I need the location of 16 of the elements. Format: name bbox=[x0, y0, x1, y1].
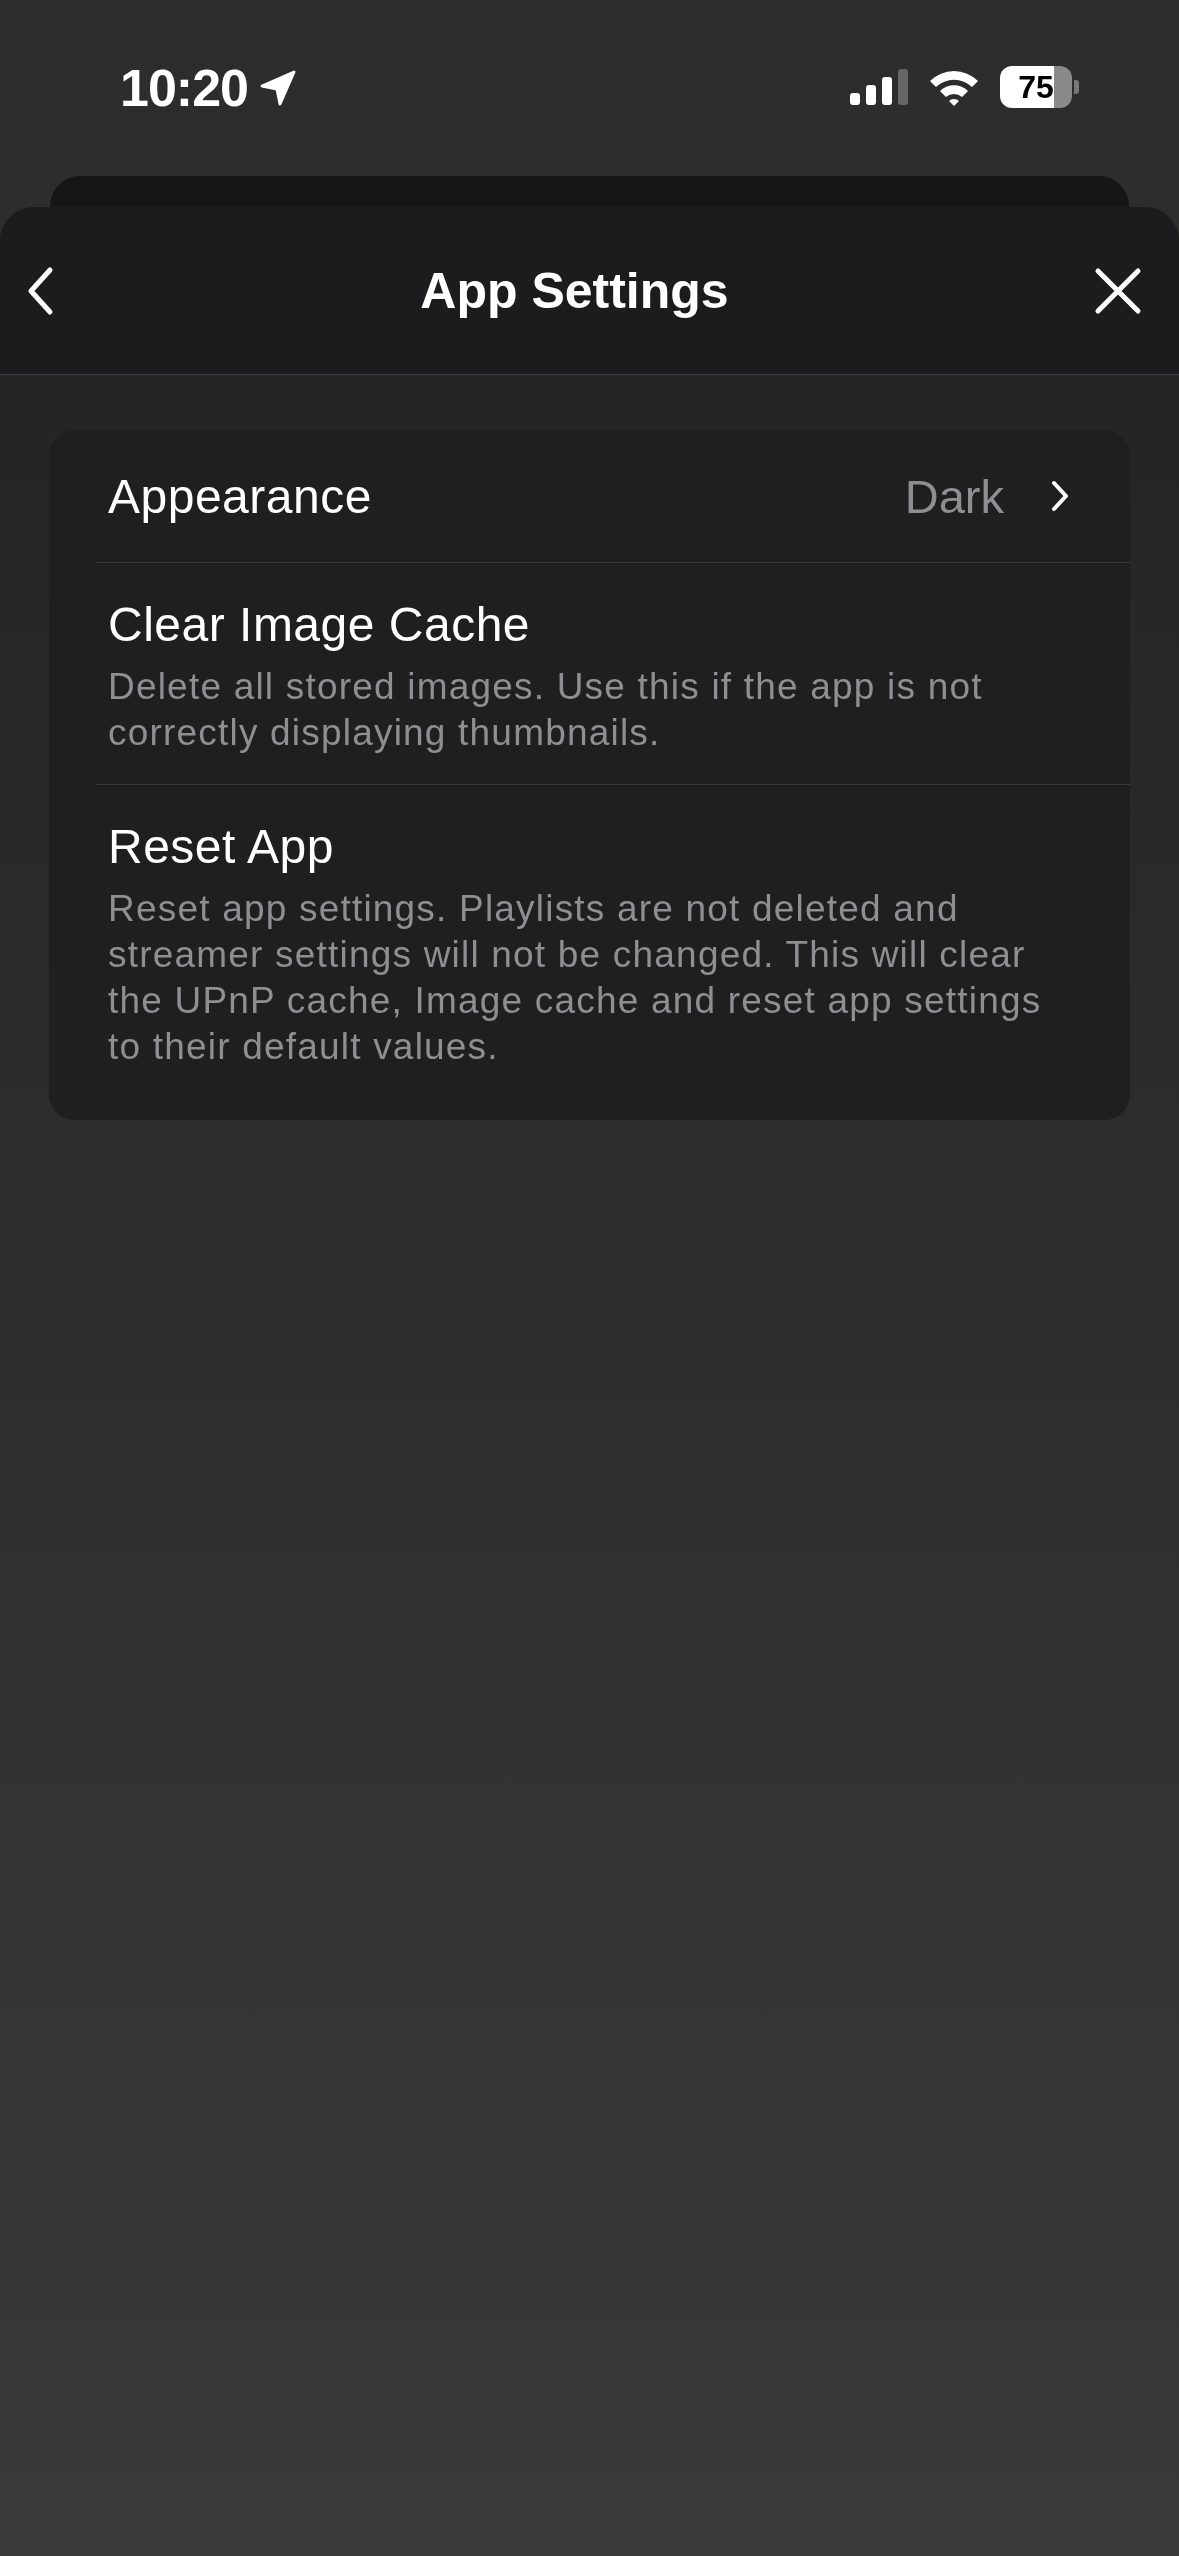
location-arrow-icon bbox=[258, 68, 298, 108]
settings-row[interactable]: Clear Image Cache Delete all stored images. Use this if the app is not correctly displaying thumbnails. bbox=[96, 563, 1130, 785]
clock-time: 10:20 bbox=[120, 58, 248, 118]
close-icon[interactable] bbox=[1093, 265, 1143, 316]
setting-label: Reset App bbox=[108, 819, 335, 874]
setting-description: Reset app settings. Playlists are not deleted and streamer settings will not be changed. This will clear the UPnP cache, Image cache and reset app settings to their default values. bbox=[108, 887, 1043, 1069]
chevron-icon bbox=[1050, 480, 1070, 512]
settings-row[interactable]: Reset App Reset app settings. Playlists are not deleted and streamer settings will not be changed. This will clear the UPnP cache, Image cache and reset app settings to their default values. bbox=[96, 785, 1130, 1098]
settings-row[interactable]: Appearance Dark bbox=[96, 430, 1130, 563]
setting-description: Delete all stored images. Use this if the app is not correctly displaying thumbnails. bbox=[108, 665, 984, 755]
setting-label: Clear Image Cache bbox=[108, 597, 532, 652]
setting-label: Appearance bbox=[108, 468, 373, 524]
signal-icon bbox=[850, 69, 908, 105]
setting-value: Dark bbox=[904, 468, 1004, 524]
wifi-icon bbox=[928, 68, 980, 106]
screen-title: App Settings bbox=[420, 261, 729, 320]
